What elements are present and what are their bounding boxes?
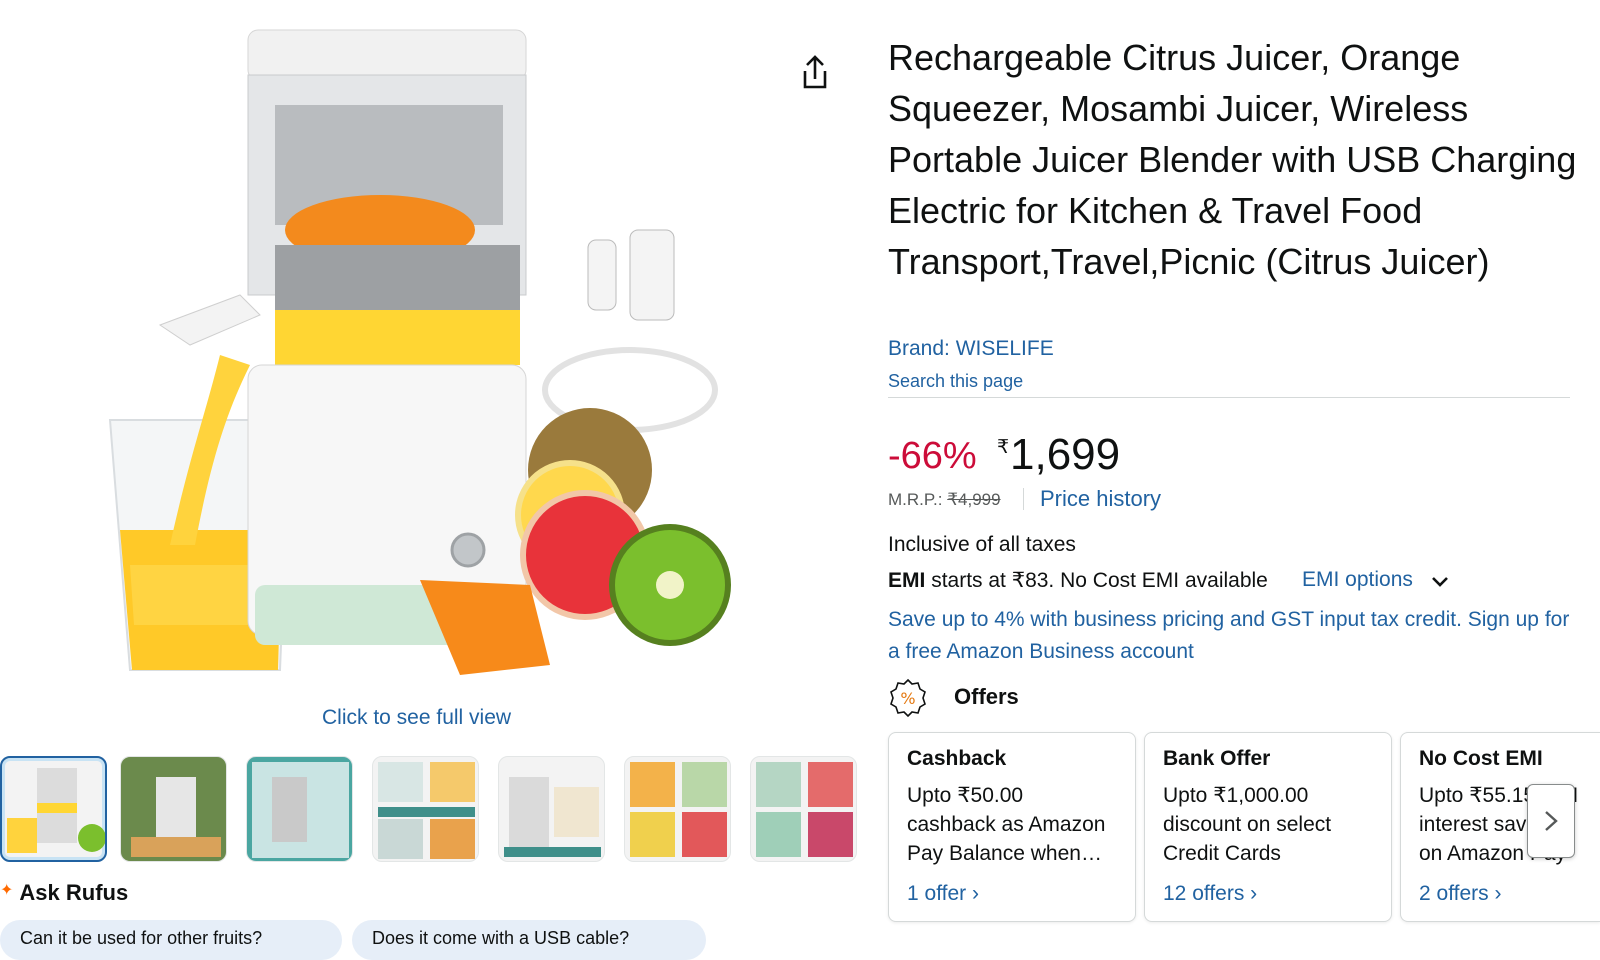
search-this-page-link[interactable]: Search this page — [888, 371, 1023, 392]
divider — [1023, 488, 1024, 510]
full-view-link[interactable]: Click to see full view — [322, 706, 511, 730]
offer-description: Upto ₹1,000.00 discount on select Credit… — [1163, 784, 1332, 865]
mrp-label: M.R.P.: — [888, 490, 943, 509]
product-main-image[interactable] — [100, 25, 740, 700]
offer-count-link[interactable]: 12 offers › — [1163, 882, 1373, 906]
thumbnail-7[interactable] — [750, 756, 857, 862]
thumbnail-image — [7, 768, 105, 853]
price: 1,699 — [1010, 430, 1121, 479]
rufus-question-chip-2[interactable]: Does it come with a USB cable? — [352, 920, 706, 960]
thumbnail-image — [630, 762, 727, 857]
business-pricing-link[interactable]: Save up to 4% with business pricing and … — [888, 604, 1578, 668]
offer-description: Upto ₹50.00 cashback as Amazon Pay Balan… — [907, 784, 1106, 865]
emi-info: EMI starts at ₹83. No Cost EMI available — [888, 568, 1268, 593]
emi-options-link[interactable]: EMI options — [1302, 568, 1413, 592]
product-title: Rechargeable Citrus Juicer, Orange Squee… — [888, 37, 1577, 282]
thumbnail-image — [378, 762, 475, 859]
thumbnail-image — [131, 777, 221, 857]
sparkle-icon: ✦ — [0, 882, 14, 899]
thumbnail-image — [756, 762, 853, 857]
thumbnail-5[interactable] — [498, 756, 605, 862]
emi-text: starts at ₹83. No Cost EMI available — [931, 569, 1268, 592]
currency-symbol: ₹ — [997, 437, 1010, 458]
offer-count-link[interactable]: 1 offer › — [907, 882, 1117, 906]
ask-rufus-label: Ask Rufus — [19, 880, 129, 905]
thumbnail-6[interactable] — [624, 756, 731, 862]
carousel-next-button[interactable] — [1527, 784, 1575, 858]
chevron-down-icon[interactable] — [1430, 574, 1450, 590]
offer-title: Bank Offer — [1163, 747, 1271, 770]
offer-card-cashback[interactable]: Cashback Upto ₹50.00 cashback as Amazon … — [888, 732, 1136, 922]
thumbnail-4[interactable] — [372, 756, 479, 862]
offer-count-link[interactable]: 2 offers › — [1419, 882, 1582, 906]
rufus-question-chip-1[interactable]: Can it be used for other fruits? — [0, 920, 342, 960]
tax-note: Inclusive of all taxes — [888, 533, 1076, 556]
thumbnail-2[interactable] — [120, 756, 227, 862]
thumbnail-image — [252, 762, 349, 858]
mrp: M.R.P.: ₹4,999 — [888, 490, 1001, 510]
offer-title: Cashback — [907, 747, 1007, 770]
price-history-link[interactable]: Price history — [1040, 486, 1161, 512]
offer-card-bank-offer[interactable]: Bank Offer Upto ₹1,000.00 discount on se… — [1144, 732, 1392, 922]
thumbnail-image — [504, 777, 601, 857]
offers-heading: Offers — [954, 684, 1019, 709]
discount-percentage: -66% — [888, 435, 977, 477]
share-icon[interactable] — [800, 55, 830, 91]
offer-title: No Cost EMI — [1419, 747, 1543, 770]
ask-rufus[interactable]: ✦ Ask Rufus — [0, 880, 128, 906]
thumbnail-3[interactable] — [246, 756, 353, 862]
divider — [888, 397, 1570, 398]
offer-percent-icon: % — [888, 678, 928, 718]
svg-text:%: % — [900, 689, 915, 708]
thumbnail-1[interactable] — [0, 756, 107, 862]
emi-label: EMI — [888, 569, 926, 592]
mrp-value: ₹4,999 — [947, 490, 1001, 509]
chevron-right-icon — [1545, 811, 1558, 831]
brand-link[interactable]: Brand: WISELIFE — [888, 337, 1054, 361]
juicer-illustration — [108, 29, 731, 675]
